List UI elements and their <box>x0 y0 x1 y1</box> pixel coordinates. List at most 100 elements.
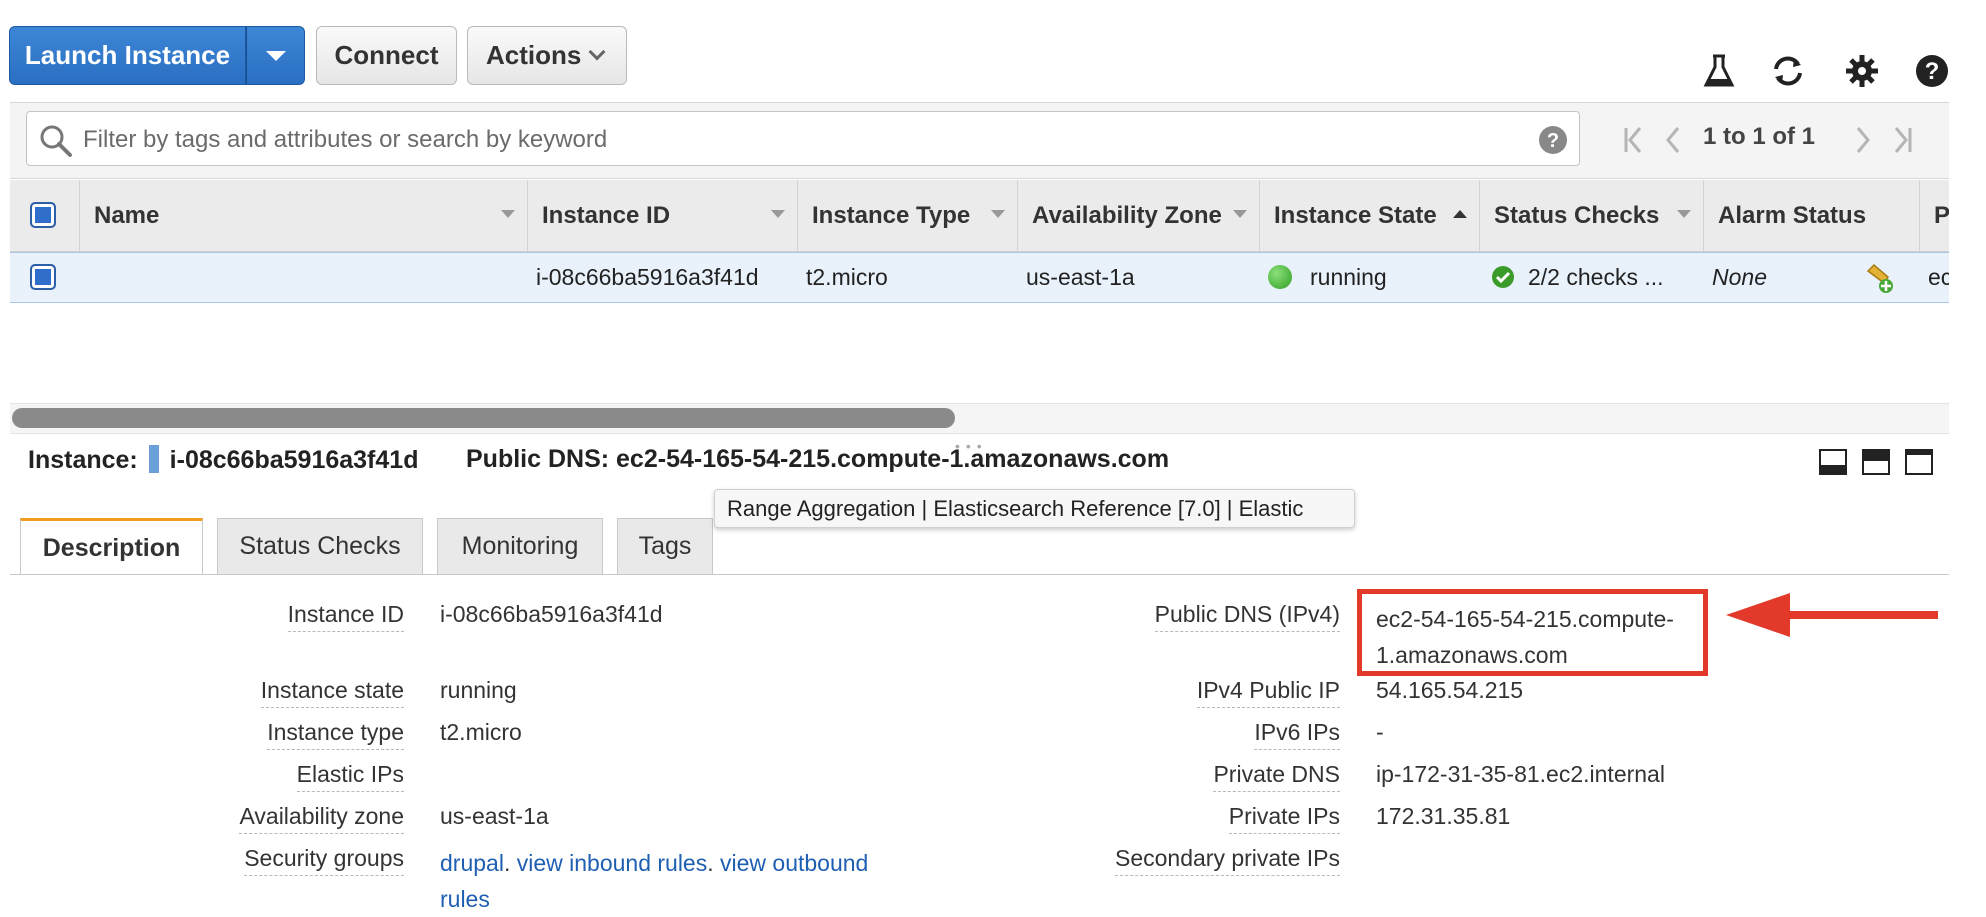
launch-instance-label: Launch Instance <box>24 40 231 70</box>
column-status-checks[interactable]: Status Checks <box>1480 180 1704 251</box>
value-ipv4-public-ip: 54.165.54.215 <box>1376 677 1524 703</box>
label-secondary-private-ips: Secondary private IPs <box>1114 845 1340 876</box>
public-dns-header-value: ec2-54-165-54-215.compute-1.amazonaws.co… <box>616 445 1170 473</box>
column-instance-state-label: Instance State <box>1274 201 1437 229</box>
next-page-icon[interactable] <box>1853 125 1873 160</box>
launch-instance-button[interactable]: Launch Instance <box>9 26 246 85</box>
actions-button[interactable]: Actions <box>467 26 627 85</box>
tab-status-checks[interactable]: Status Checks <box>217 518 423 574</box>
cell-alarm-status: None <box>1712 264 1767 290</box>
column-alarm-status[interactable]: Alarm Status <box>1704 180 1920 251</box>
horizontal-scrollbar[interactable] <box>10 403 1949 434</box>
flask-icon[interactable] <box>1699 51 1739 91</box>
label-private-ips: Private IPs <box>1228 803 1340 834</box>
first-page-icon[interactable] <box>1622 125 1646 160</box>
column-public-dns[interactable]: Pu <box>1920 180 1949 251</box>
row-checkbox[interactable] <box>30 264 56 290</box>
value-ipv6-ips: - <box>1376 719 1384 745</box>
column-instance-type-label: Instance Type <box>812 201 971 229</box>
label-instance-id: Instance ID <box>287 601 404 632</box>
help-icon[interactable]: ? <box>1912 51 1952 91</box>
chevron-down-icon <box>588 43 606 60</box>
check-passed-icon <box>1492 266 1514 288</box>
column-availability-zone-label: Availability Zone <box>1032 201 1222 229</box>
search-help-icon[interactable]: ? <box>1538 125 1568 160</box>
column-instance-type[interactable]: Instance Type <box>798 180 1018 251</box>
panel-minimize-icon[interactable] <box>1819 449 1847 475</box>
refresh-icon[interactable] <box>1768 51 1808 91</box>
column-instance-id[interactable]: Instance ID <box>528 180 798 251</box>
create-alarm-icon[interactable] <box>1862 261 1896 300</box>
instance-label: Instance: <box>28 446 138 474</box>
label-ipv6-ips: IPv6 IPs <box>1254 719 1340 750</box>
label-private-dns: Private DNS <box>1213 761 1340 792</box>
column-status-checks-label: Status Checks <box>1494 201 1660 229</box>
value-private-dns: ip-172-31-35-81.ec2.internal <box>1376 761 1665 787</box>
table-row[interactable]: i-08c66ba5916a3f41d t2.micro us-east-1a … <box>10 252 1949 303</box>
tab-status-checks-label: Status Checks <box>239 532 401 560</box>
column-instance-id-label: Instance ID <box>542 201 671 229</box>
value-instance-state: running <box>440 677 517 703</box>
value-instance-type: t2.micro <box>440 719 522 745</box>
last-page-icon[interactable] <box>1890 125 1914 160</box>
label-instance-state: Instance state <box>260 677 404 708</box>
previous-page-icon[interactable] <box>1663 125 1683 160</box>
column-public-dns-label: Pu <box>1934 201 1949 229</box>
scrollbar-thumb[interactable] <box>12 408 955 428</box>
instances-table-header: Name Instance ID Instance Type Availabil… <box>10 180 1949 252</box>
value-security-groups: drupal. view inbound rules. view outboun… <box>440 845 868 917</box>
cell-instance-type: t2.micro <box>806 264 888 290</box>
instance-marker-icon <box>148 445 159 473</box>
tab-tags[interactable]: Tags <box>617 518 713 574</box>
view-inbound-rules-link[interactable]: view inbound rules <box>517 850 708 876</box>
filter-bar: ? 1 to 1 of 1 <box>10 102 1949 179</box>
chevron-down-icon <box>265 50 286 61</box>
annotation-arrow-icon <box>1720 590 1942 645</box>
select-all-checkbox[interactable] <box>30 202 56 228</box>
cell-instance-state: running <box>1310 264 1387 290</box>
instance-header: Instance: i-08c66ba5916a3f41d <box>28 445 418 475</box>
tab-description[interactable]: Description <box>20 518 203 575</box>
tabs-divider <box>10 574 1949 575</box>
view-outbound-rules-link-cont[interactable]: rules <box>440 886 490 912</box>
launch-instance-dropdown-button[interactable] <box>246 26 305 85</box>
separator: . <box>503 850 517 876</box>
separator: . <box>707 850 721 876</box>
column-instance-state[interactable]: Instance State <box>1260 180 1480 251</box>
pager-text: 1 to 1 of 1 <box>1703 123 1816 150</box>
panel-half-icon[interactable] <box>1862 449 1890 475</box>
search-field[interactable]: ? <box>26 111 1580 167</box>
label-ipv4-public-ip: IPv4 Public IP <box>1196 677 1340 708</box>
value-private-ips: 172.31.35.81 <box>1376 803 1511 829</box>
tab-tags-label: Tags <box>638 532 692 560</box>
value-availability-zone: us-east-1a <box>440 803 549 829</box>
column-availability-zone[interactable]: Availability Zone <box>1018 180 1260 251</box>
public-dns-label: Public DNS: <box>466 445 610 473</box>
view-outbound-rules-link[interactable]: view outbound <box>720 850 868 876</box>
svg-text:?: ? <box>1547 130 1559 152</box>
tab-monitoring[interactable]: Monitoring <box>437 518 603 574</box>
column-alarm-status-label: Alarm Status <box>1718 201 1867 229</box>
tab-description-label: Description <box>42 533 181 562</box>
public-dns-header: Public DNS: ec2-54-165-54-215.compute-1.… <box>466 445 1169 474</box>
gear-icon[interactable] <box>1842 51 1882 91</box>
search-input[interactable] <box>81 112 1525 167</box>
panel-maximize-icon[interactable] <box>1905 449 1933 475</box>
connect-label: Connect <box>334 40 439 70</box>
label-security-groups: Security groups <box>244 845 404 876</box>
actions-label: Actions <box>486 40 582 70</box>
label-elastic-ips: Elastic IPs <box>296 761 404 792</box>
browser-tooltip: Range Aggregation | Elasticsearch Refere… <box>714 489 1355 528</box>
cell-status-checks[interactable]: 2/2 checks ... <box>1528 253 1698 302</box>
svg-text:?: ? <box>1925 58 1940 85</box>
cell-instance-id: i-08c66ba5916a3f41d <box>536 264 759 290</box>
instance-id-header: i-08c66ba5916a3f41d <box>169 446 419 474</box>
column-name[interactable]: Name <box>80 180 528 251</box>
label-instance-type: Instance type <box>267 719 404 750</box>
connect-button[interactable]: Connect <box>316 26 457 85</box>
column-name-label: Name <box>94 201 160 229</box>
cell-public-dns: ec <box>1928 264 1949 290</box>
security-group-link[interactable]: drupal <box>440 850 504 876</box>
label-availability-zone: Availability zone <box>239 803 404 834</box>
select-all-cell <box>10 180 80 251</box>
